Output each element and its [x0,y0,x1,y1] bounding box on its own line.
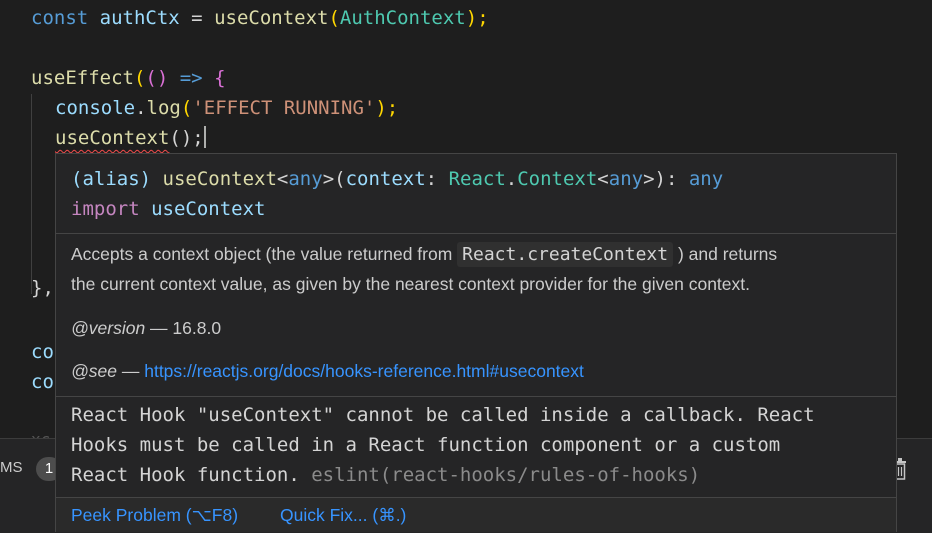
import-line: import useContext [71,198,266,220]
indent-guide [31,94,32,294]
hover-actions-bar: Peek Problem (⌥F8) Quick Fix... (⌘.) [56,497,896,532]
panel-tab-problems[interactable]: MS [0,459,23,476]
code-line-partial: xc [31,425,50,439]
divider [56,396,896,397]
docs-link[interactable]: https://reactjs.org/docs/hooks-reference… [144,361,584,381]
version-tag-line: @version — 16.8.0 [71,318,222,338]
text-cursor [203,126,206,148]
error-message-line-3: React Hook function. eslint(react-hooks/… [71,464,701,486]
type-signature: (alias) useContext<any>(context: React.C… [71,168,724,190]
see-tag-line: @see — https://reactjs.org/docs/hooks-re… [71,361,584,381]
quick-fix-button[interactable]: Quick Fix... (⌘.) [280,505,406,526]
code-line-3[interactable]: useEffect(() => { [31,63,226,93]
code-line-co-1: co [31,341,54,363]
divider [56,233,896,234]
description-line-2: the current context value, as given by t… [71,274,750,294]
code-line-5[interactable]: useContext(); [55,123,206,153]
code-line-4[interactable]: console.log('EFFECT RUNNING'); [55,93,398,123]
code-line-co-2: co [31,371,54,393]
error-message-line-2: Hooks must be called in a React function… [71,434,781,456]
description-line-1: Accepts a context object (the value retu… [71,242,778,267]
code-line-close: }, [31,277,54,299]
error-message-line-1: React Hook "useContext" cannot be called… [71,404,815,426]
code-line-1[interactable]: const authCtx = useContext(AuthContext); [31,3,489,33]
error-source: eslint(react-hooks/rules-of-hooks) [311,464,701,486]
peek-problem-button[interactable]: Peek Problem (⌥F8) [71,505,238,526]
error-squiggle[interactable]: useContext [55,127,169,149]
hover-tooltip: (alias) useContext<any>(context: React.C… [55,153,897,532]
